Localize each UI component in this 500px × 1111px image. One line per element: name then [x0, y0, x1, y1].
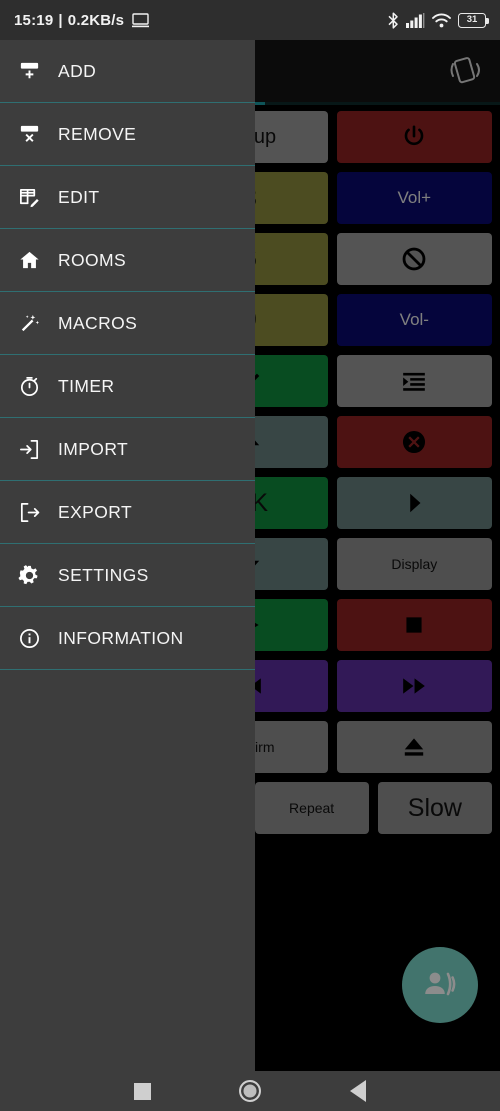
drawer-item-label: EDIT	[58, 186, 100, 207]
battery-indicator: 31	[458, 12, 489, 28]
status-network-speed: 0.2KB/s	[67, 11, 125, 29]
drawer-item-label: SETTINGS	[58, 564, 149, 585]
drawer-item-label: INFORMATION	[58, 627, 184, 648]
drawer-item-label: TIMER	[58, 375, 115, 396]
home-icon	[16, 247, 42, 273]
drawer-item-settings[interactable]: SETTINGS	[0, 544, 255, 607]
cellular-signal-icon	[406, 12, 425, 28]
import-arrow-icon	[16, 436, 42, 462]
drawer-item-label: EXPORT	[58, 501, 133, 522]
status-bar-right: 31	[388, 11, 489, 29]
triangle-back-icon[interactable]	[349, 1080, 366, 1102]
magic-wand-icon	[16, 310, 42, 336]
android-navigation-bar	[0, 1071, 500, 1111]
info-icon	[16, 625, 42, 651]
circle-home-icon[interactable]	[239, 1080, 262, 1102]
navigation-drawer: ADD REMOVE EDIT ROOMS MACROS TIMER IMPORT EXPOR…	[0, 40, 255, 1071]
status-bar: 15:19 | 0.2KB/s 31	[0, 0, 500, 40]
square-recents-icon[interactable]	[134, 1082, 152, 1100]
timer-icon	[20, 376, 38, 396]
home-icon	[19, 251, 39, 268]
export-arrow-icon	[16, 499, 42, 525]
drawer-item-information[interactable]: INFORMATION	[0, 607, 255, 670]
drawer-item-edit[interactable]: EDIT	[0, 166, 255, 229]
drawer-item-export[interactable]: EXPORT	[0, 481, 255, 544]
monitor-icon	[132, 12, 150, 28]
drawer-item-rooms[interactable]: ROOMS	[0, 229, 255, 292]
phone-screen: 15:19 | 0.2KB/s 31 Vol+ Vol- Display Rep…	[0, 0, 500, 1111]
drawer-item-label: REMOVE	[58, 123, 137, 144]
drawer-item-timer[interactable]: TIMER	[0, 355, 255, 418]
remove-device-icon	[16, 121, 42, 147]
gear-icon	[17, 564, 38, 584]
add-device-icon	[20, 62, 38, 78]
gear-icon	[16, 562, 42, 588]
drawer-item-label: ADD	[58, 60, 97, 81]
drawer-item-macros[interactable]: MACROS	[0, 292, 255, 355]
edit-table-icon	[16, 184, 42, 210]
drawer-item-label: IMPORT	[58, 438, 129, 459]
status-time: 15:19	[14, 11, 54, 29]
magic-wand-icon	[21, 314, 39, 331]
bluetooth-icon	[388, 11, 399, 29]
wifi-icon	[432, 13, 451, 28]
export-arrow-icon	[20, 502, 39, 522]
drawer-item-add[interactable]: ADD	[0, 40, 255, 103]
battery-level: 31	[466, 14, 478, 26]
status-separator: |	[58, 11, 63, 29]
import-arrow-icon	[19, 439, 38, 459]
timer-icon	[16, 373, 42, 399]
drawer-item-label: MACROS	[58, 312, 138, 333]
drawer-item-import[interactable]: IMPORT	[0, 418, 255, 481]
add-device-icon	[16, 58, 42, 84]
status-bar-left: 15:19 | 0.2KB/s	[14, 11, 150, 29]
drawer-item-label: ROOMS	[58, 249, 127, 270]
edit-table-icon	[19, 188, 39, 207]
remove-device-icon	[20, 125, 38, 142]
info-icon	[19, 628, 39, 648]
drawer-item-remove[interactable]: REMOVE	[0, 103, 255, 166]
